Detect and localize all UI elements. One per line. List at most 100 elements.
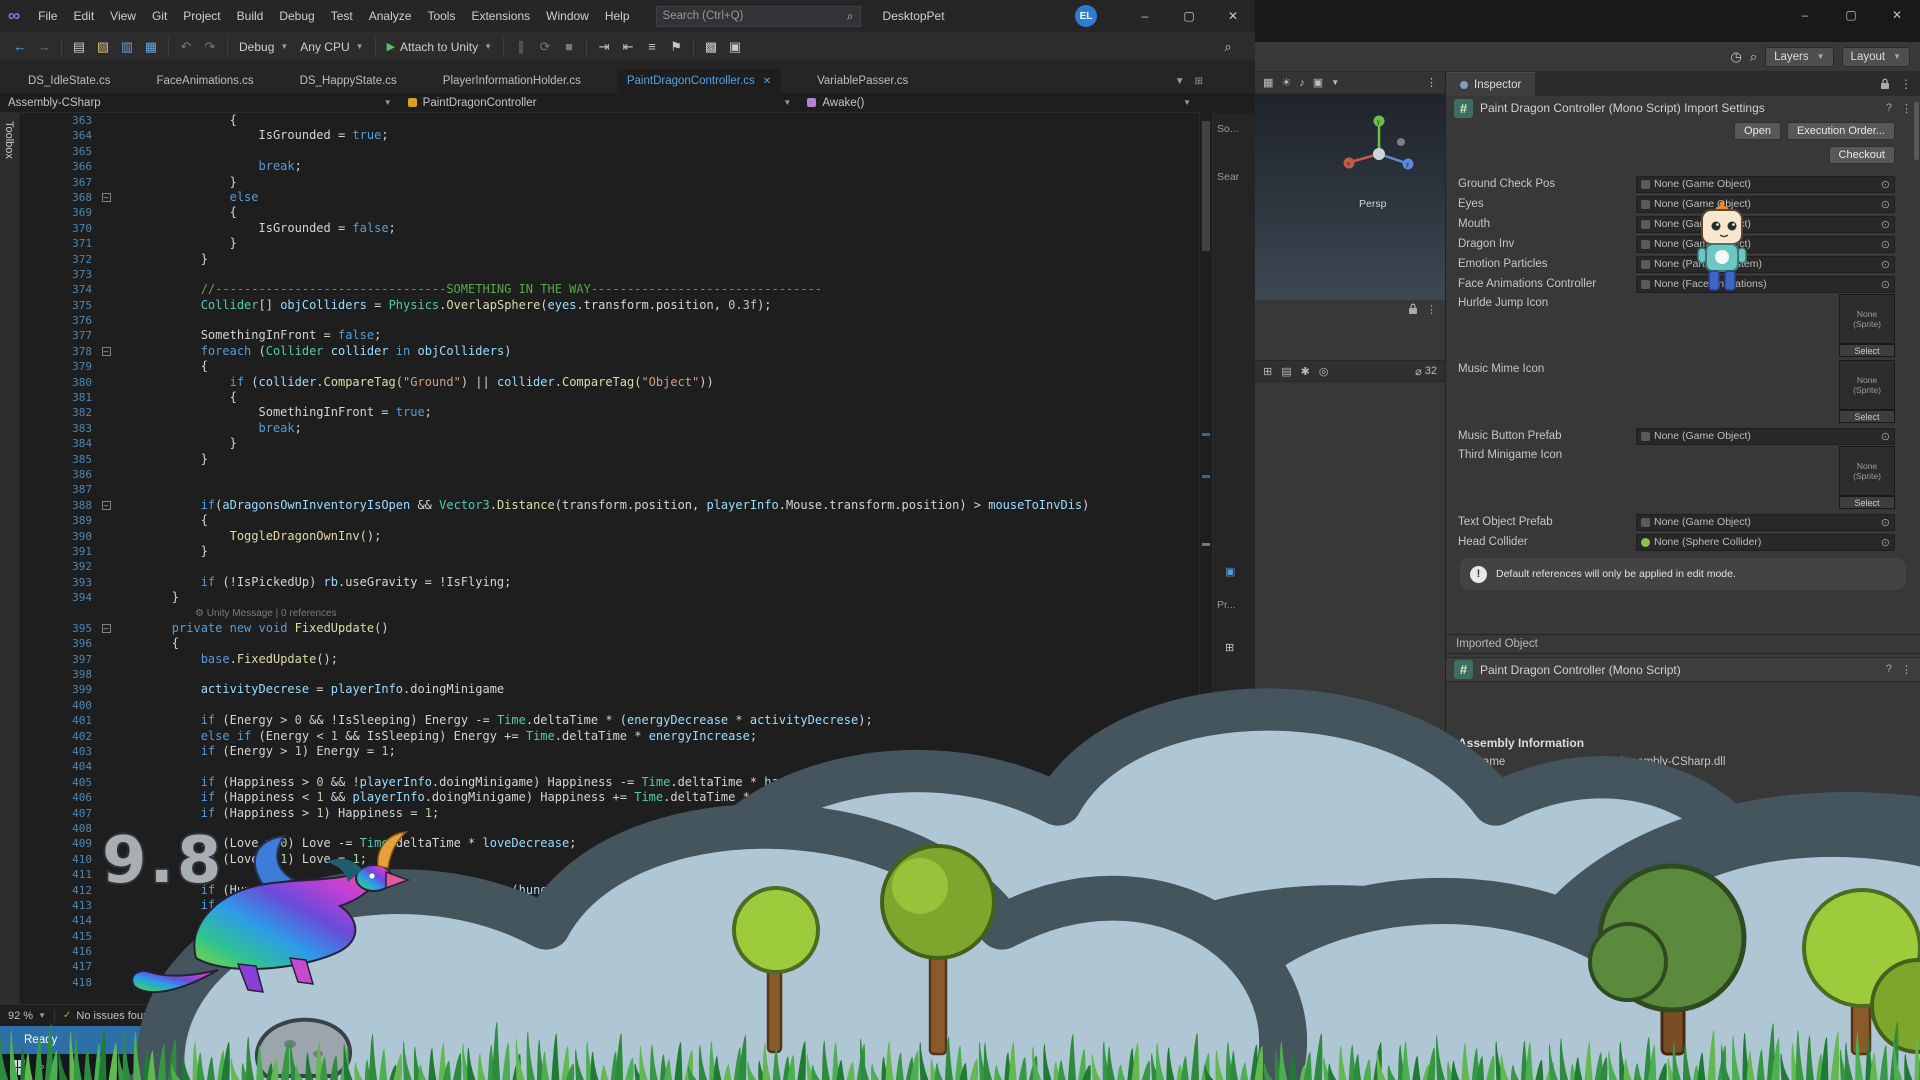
menu-window[interactable]: Window bbox=[538, 0, 597, 32]
uncomment-icon[interactable]: ▣ bbox=[724, 39, 746, 55]
tray-expand-icon[interactable]: ∧ bbox=[1794, 1061, 1802, 1074]
toolbar-search-icon[interactable]: ⌕ bbox=[1217, 39, 1239, 55]
asset-labels-heading[interactable]: Asset Labels bbox=[1446, 982, 1920, 1006]
shading-mode-icon[interactable]: ▦ bbox=[1263, 76, 1273, 89]
object-picker-icon[interactable]: ⊙ bbox=[1881, 278, 1890, 291]
object-picker-icon[interactable]: ⊙ bbox=[1881, 258, 1890, 271]
scroll-left-icon[interactable]: ◀ bbox=[167, 1010, 174, 1021]
effects-toggle-icon[interactable]: ▣ bbox=[1313, 76, 1323, 89]
vs-close-button[interactable]: ✕ bbox=[1211, 0, 1255, 32]
breadcrumb-0[interactable]: Assembly-CSharp▼ bbox=[0, 93, 400, 112]
target-icon[interactable]: ◎ bbox=[1319, 365, 1329, 378]
object-picker-icon[interactable]: ⊙ bbox=[1881, 178, 1890, 191]
solution-configuration-dropdown[interactable]: Debug▼ bbox=[233, 40, 294, 54]
stop-icon[interactable]: ■ bbox=[558, 39, 580, 54]
object-picker-icon[interactable]: ⊙ bbox=[1881, 218, 1890, 231]
close-tab-icon[interactable]: ✕ bbox=[763, 76, 771, 87]
list-view-icon[interactable]: ▤ bbox=[1281, 365, 1291, 378]
lighting-toggle-icon[interactable]: ☀ bbox=[1281, 76, 1291, 89]
favorites-icon[interactable]: ✱ bbox=[1301, 365, 1310, 378]
object-field-Mouth[interactable]: None (Game Object)⊙ bbox=[1636, 216, 1895, 233]
notifications-button[interactable] bbox=[1214, 1033, 1227, 1047]
inspector-lock-icon[interactable] bbox=[1880, 78, 1890, 90]
account-avatar[interactable]: EL bbox=[1075, 5, 1097, 27]
tab-list-dropdown-icon[interactable]: ▼ bbox=[1175, 76, 1185, 87]
zoom-control[interactable]: 92 %▼ bbox=[0, 1010, 54, 1022]
new-tab-group-icon[interactable]: ⊞ bbox=[1195, 76, 1203, 87]
select-sprite-button[interactable]: Select bbox=[1839, 496, 1895, 509]
tab-DS_HappyState.cs[interactable]: DS_HappyState.cs bbox=[290, 69, 407, 93]
toolbox-collapsed-tab[interactable]: Toolbox bbox=[0, 113, 20, 1004]
create-menu-icon[interactable]: ⊞ bbox=[1263, 365, 1272, 378]
column-indicator[interactable]: Ch: 79 bbox=[1059, 1010, 1091, 1022]
new-file-icon[interactable]: ▤ bbox=[68, 39, 90, 55]
menu-git[interactable]: Git bbox=[144, 0, 175, 32]
editor-vertical-scrollbar[interactable] bbox=[1199, 113, 1212, 1004]
tab-inspector[interactable]: Inspector bbox=[1446, 72, 1535, 96]
quick-search-input[interactable]: Search (Ctrl+Q) ⌕ bbox=[656, 6, 861, 27]
vs-restore-button[interactable]: ▢ bbox=[1167, 0, 1211, 32]
object-field-Ground Check Pos[interactable]: None (Game Object)⊙ bbox=[1636, 176, 1895, 193]
breadcrumb-2[interactable]: Awake()▼ bbox=[799, 93, 1199, 112]
step-out-icon[interactable]: ⇤ bbox=[617, 39, 639, 55]
layers-dropdown[interactable]: Layers▼ bbox=[1765, 47, 1833, 67]
comment-icon[interactable]: ▩ bbox=[700, 39, 722, 55]
menu-extensions[interactable]: Extensions bbox=[463, 0, 538, 32]
scroll-right-icon[interactable]: ▶ bbox=[966, 1010, 973, 1021]
sprite-field-Music Mime Icon[interactable]: None (Sprite) bbox=[1839, 360, 1895, 410]
menu-analyze[interactable]: Analyze bbox=[361, 0, 420, 32]
lock-icon[interactable] bbox=[1408, 303, 1418, 315]
fold-marker-icon[interactable]: – bbox=[102, 501, 111, 510]
scrollbar-thumb[interactable] bbox=[182, 1012, 513, 1019]
grid-tool-icon[interactable]: ⊞ bbox=[1225, 641, 1234, 654]
notification-center-icon[interactable] bbox=[1896, 1061, 1908, 1073]
taskbar-search-icon[interactable]: ⌕ bbox=[39, 1061, 45, 1074]
object-field-Head Collider[interactable]: None (Sphere Collider)⊙ bbox=[1636, 534, 1895, 551]
database-tool-icon[interactable]: ▣ bbox=[1225, 565, 1235, 578]
bookmark-icon[interactable]: ⚑ bbox=[665, 39, 687, 55]
start-button[interactable] bbox=[10, 1060, 25, 1075]
unity-restore-button[interactable]: ▢ bbox=[1828, 0, 1874, 30]
menu-view[interactable]: View bbox=[102, 0, 144, 32]
menu-debug[interactable]: Debug bbox=[271, 0, 322, 32]
attach-to-unity-button[interactable]: ▶ Attach to Unity▼ bbox=[381, 40, 498, 54]
projection-label[interactable]: Persp bbox=[1359, 198, 1386, 210]
taskbar-unity-icon[interactable] bbox=[1241, 1060, 1255, 1074]
sprite-field-Third Minigame Icon[interactable]: None (Sprite) bbox=[1839, 446, 1895, 496]
open-folder-icon[interactable]: ▧ bbox=[92, 39, 114, 55]
redo-icon[interactable]: ↷ bbox=[199, 39, 221, 55]
panel-menu-icon[interactable]: ⋮ bbox=[1426, 303, 1437, 316]
menu-tools[interactable]: Tools bbox=[419, 0, 463, 32]
menu-file[interactable]: File bbox=[30, 0, 65, 32]
menu-help[interactable]: Help bbox=[597, 0, 638, 32]
object-field-Dragon Inv[interactable]: None (Game Object)⊙ bbox=[1636, 236, 1895, 253]
inspector-menu-icon[interactable]: ⋮ bbox=[1900, 77, 1912, 91]
fold-marker-icon[interactable]: – bbox=[102, 347, 111, 356]
space-mode-indicator[interactable]: SPC bbox=[1126, 1010, 1149, 1022]
help-icon[interactable]: ? bbox=[1886, 663, 1892, 676]
object-picker-icon[interactable]: ⊙ bbox=[1881, 198, 1890, 211]
sprite-field-Hurlde Jump Icon[interactable]: None (Sprite) bbox=[1839, 294, 1895, 344]
wifi-icon[interactable] bbox=[1812, 1062, 1825, 1073]
break-all-icon[interactable]: ∥ bbox=[510, 39, 532, 55]
editor-horizontal-scrollbar[interactable] bbox=[176, 1011, 963, 1020]
solution-explorer-collapsed-tab[interactable]: So... bbox=[1217, 123, 1239, 135]
save-icon[interactable]: ▥ bbox=[116, 39, 138, 55]
context-menu-icon[interactable]: ⋮ bbox=[1901, 663, 1912, 676]
execution-order-button[interactable]: Execution Order... bbox=[1787, 122, 1895, 140]
open-button[interactable]: Open bbox=[1734, 122, 1781, 140]
scene-viewport[interactable]: y x z Persp bbox=[1255, 94, 1445, 300]
code-editor[interactable]: 363 {364 IsGrounded = true;365366 break;… bbox=[20, 113, 1199, 1004]
taskbar-visual-studio-icon[interactable] bbox=[1213, 1060, 1227, 1074]
undo-icon[interactable]: ↶ bbox=[175, 39, 197, 55]
object-field-Eyes[interactable]: None (Game Object)⊙ bbox=[1636, 196, 1895, 213]
volume-icon[interactable] bbox=[1835, 1062, 1848, 1073]
unity-search-icon[interactable]: ⌕ bbox=[1750, 49, 1757, 65]
audio-toggle-icon[interactable]: ♪ bbox=[1299, 77, 1305, 89]
tab-PlayerInformationHolder.cs[interactable]: PlayerInformationHolder.cs bbox=[433, 69, 591, 93]
line-structure-icon[interactable]: ≡ bbox=[641, 39, 663, 54]
codelens-unity-message[interactable]: ⚙ Unity Message | 0 references bbox=[20, 606, 1199, 621]
tab-DS_IdleState.cs[interactable]: DS_IdleState.cs bbox=[18, 69, 120, 93]
object-field-Music Button Prefab[interactable]: None (Game Object)⊙ bbox=[1636, 428, 1895, 445]
object-picker-icon[interactable]: ⊙ bbox=[1881, 430, 1890, 443]
